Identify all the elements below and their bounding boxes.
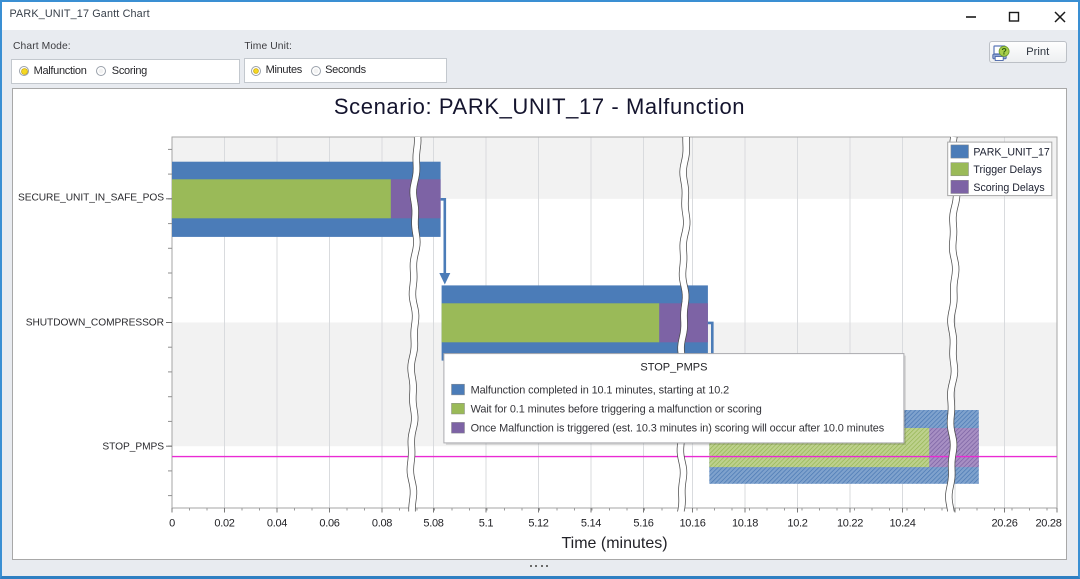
svg-text:Scoring Delays: Scoring Delays	[973, 182, 1044, 194]
svg-text:0.02: 0.02	[214, 518, 234, 530]
svg-text:10.2: 10.2	[787, 518, 807, 530]
svg-text:STOP_PMPS: STOP_PMPS	[640, 362, 707, 374]
svg-text:0.08: 0.08	[372, 518, 392, 530]
svg-text:20.26: 20.26	[991, 518, 1017, 530]
svg-text:5.1: 5.1	[479, 518, 494, 530]
svg-text:10.18: 10.18	[732, 518, 758, 530]
svg-text:20.28: 20.28	[1035, 518, 1061, 530]
svg-text:5.14: 5.14	[581, 518, 601, 530]
svg-text:?: ?	[1001, 47, 1007, 57]
svg-text:5.12: 5.12	[528, 518, 548, 530]
svg-text:5.08: 5.08	[423, 518, 443, 530]
svg-text:STOP_PMPS: STOP_PMPS	[102, 441, 164, 452]
svg-text:Wait for 0.1 minutes before tr: Wait for 0.1 minutes before triggering a…	[471, 404, 762, 416]
svg-text:SECURE_UNIT_IN_SAFE_POS: SECURE_UNIT_IN_SAFE_POS	[18, 193, 164, 204]
svg-text:10.24: 10.24	[889, 518, 915, 530]
svg-text:Trigger Delays: Trigger Delays	[973, 164, 1042, 176]
svg-text:0: 0	[169, 518, 175, 530]
svg-text:Time (minutes): Time (minutes)	[561, 535, 667, 552]
svg-text:0.04: 0.04	[267, 518, 287, 530]
svg-text:SHUTDOWN_COMPRESSOR: SHUTDOWN_COMPRESSOR	[26, 318, 164, 329]
svg-text:10.16: 10.16	[679, 518, 705, 530]
svg-text:10.22: 10.22	[837, 518, 863, 530]
svg-text:PARK_UNIT_17: PARK_UNIT_17	[973, 147, 1049, 159]
svg-text:5.16: 5.16	[633, 518, 653, 530]
svg-text:Malfunction completed in 10.1: Malfunction completed in 10.1 minutes, s…	[471, 384, 729, 396]
svg-text:0.06: 0.06	[319, 518, 339, 530]
svg-text:Once Malfunction is triggered: Once Malfunction is triggered (est. 10.3…	[471, 423, 885, 435]
